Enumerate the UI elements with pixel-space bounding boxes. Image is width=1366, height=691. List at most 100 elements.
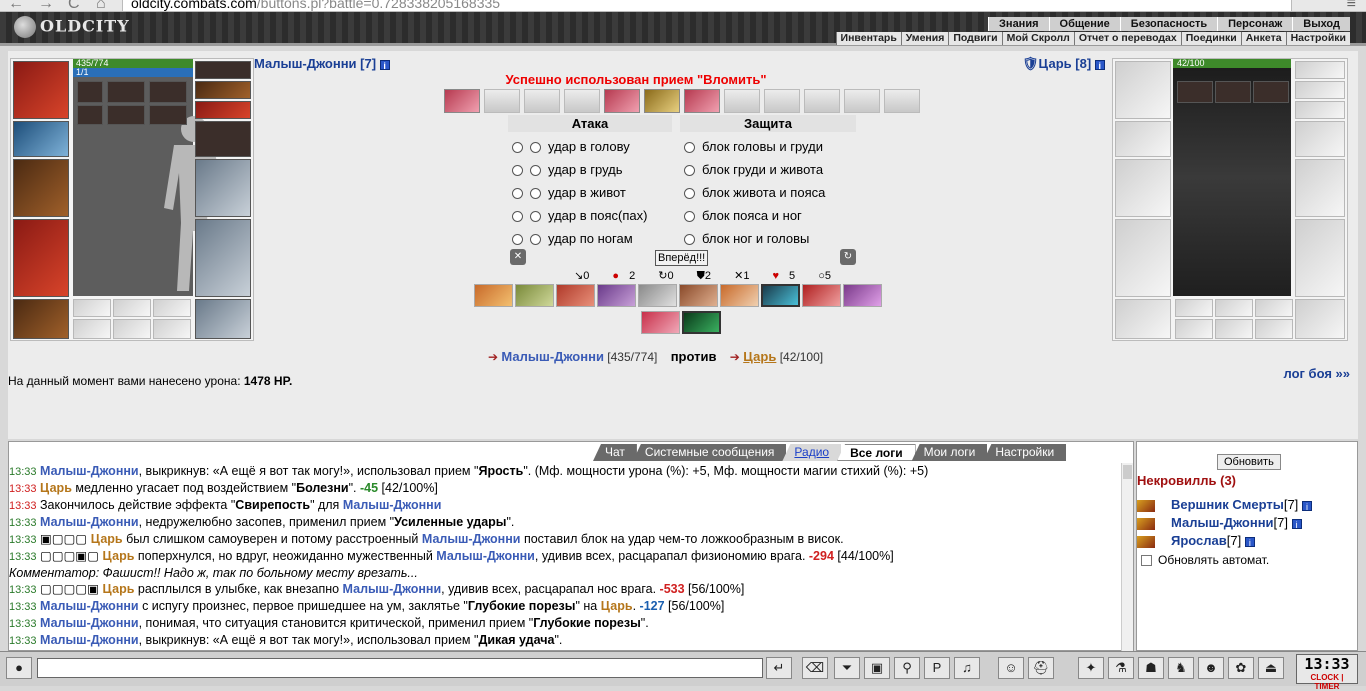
refresh-shield-icon[interactable]: ↻ (840, 249, 856, 265)
tab-radio[interactable]: Радио (782, 444, 842, 461)
buff-icon-6[interactable] (149, 105, 187, 125)
site-logo[interactable]: OLDCITY (14, 16, 130, 38)
trick-5[interactable] (638, 284, 677, 307)
subnav-skills[interactable]: Умения (900, 32, 949, 45)
attack-radio[interactable] (530, 142, 541, 154)
bracers-slot[interactable] (13, 121, 69, 157)
scroll-slot-3[interactable] (524, 89, 560, 113)
enemy-leggings-slot[interactable] (1295, 219, 1345, 297)
block-radio[interactable] (684, 142, 695, 154)
attack-radio[interactable] (512, 142, 523, 154)
scroll-slot-8[interactable] (724, 89, 760, 113)
enemy-helmet-slot[interactable] (1115, 61, 1171, 119)
enemy-amulet-slot[interactable] (1295, 81, 1345, 99)
weapon-slot[interactable] (13, 159, 69, 217)
attack-radio[interactable] (530, 188, 541, 200)
attack-radio[interactable] (512, 188, 523, 200)
enemy-pocket-slot-4[interactable] (1175, 319, 1213, 339)
trick-8[interactable] (761, 284, 800, 307)
nav-exit[interactable]: Выход (1292, 17, 1350, 31)
fight-icon[interactable] (1137, 517, 1155, 530)
knight-icon[interactable]: ♞ (1168, 657, 1194, 679)
scroll-slot-11[interactable] (844, 89, 880, 113)
trick-10[interactable] (843, 284, 882, 307)
torch-icon[interactable]: ✦ (1078, 657, 1104, 679)
rings-slot[interactable] (195, 101, 251, 119)
scroll-slot-4[interactable] (564, 89, 600, 113)
info-icon[interactable]: i (1291, 518, 1302, 530)
trick-1[interactable] (474, 284, 513, 307)
nav-security[interactable]: Безопасность (1119, 17, 1218, 31)
pocket-slot-5[interactable] (113, 319, 151, 339)
trick-7[interactable] (720, 284, 759, 307)
scroll-slot-12[interactable] (884, 89, 920, 113)
scroll-slot-10[interactable] (804, 89, 840, 113)
auto-refresh-checkbox[interactable] (1141, 555, 1152, 567)
helmet-icon[interactable]: ⛑ (1028, 657, 1054, 679)
buff-icon-4[interactable] (77, 105, 103, 125)
boots-slot[interactable] (195, 299, 251, 339)
leggings-slot[interactable] (195, 219, 251, 297)
info-icon[interactable]: i (1244, 536, 1255, 548)
nav-communication[interactable]: Общение (1048, 17, 1120, 31)
earrings-slot[interactable] (195, 61, 251, 79)
attack-radio[interactable] (512, 211, 523, 223)
enemy-rings-slot[interactable] (1295, 101, 1345, 119)
info-icon[interactable]: i (1094, 59, 1105, 71)
forward-button[interactable]: Вперёд!!! (655, 250, 709, 266)
reload-icon[interactable]: C (68, 0, 80, 11)
block-radio[interactable] (684, 211, 695, 223)
tab-my-logs[interactable]: Мои логи (911, 444, 988, 461)
forward-icon[interactable]: → (38, 0, 54, 11)
eraser-icon[interactable]: ⌫ (802, 657, 828, 679)
potion-icon[interactable]: ⚗ (1108, 657, 1134, 679)
list-item[interactable]: Вершник Смерты[7] i (1137, 497, 1312, 512)
exit-icon[interactable]: ⏏ (1258, 657, 1284, 679)
shield-slot[interactable] (195, 159, 251, 217)
trick-11[interactable] (641, 311, 680, 334)
crossed-swords-icon[interactable]: ✕ (510, 249, 526, 265)
subnav-transfers[interactable]: Отчет о переводах (1073, 32, 1181, 45)
buff-icon-2[interactable] (107, 81, 145, 103)
trick-12[interactable] (682, 311, 721, 334)
belt-slot[interactable] (13, 299, 69, 339)
list-item[interactable]: Ярослав[7] i (1137, 533, 1255, 548)
pocket-slot-3[interactable] (153, 299, 191, 317)
scroll-slot-1[interactable] (444, 89, 480, 113)
enemy-name[interactable]: 🛡Царь [8] i (1022, 56, 1105, 72)
trick-3[interactable] (556, 284, 595, 307)
subnav-inventory[interactable]: Инвентарь (835, 32, 901, 45)
enemy-pocket-slot-6[interactable] (1255, 319, 1293, 339)
helmet-slot[interactable] (13, 61, 69, 119)
block-radio[interactable] (684, 234, 695, 246)
scroll-slot-9[interactable] (764, 89, 800, 113)
people-icon[interactable]: ☻ (1198, 657, 1224, 679)
back-icon[interactable]: ← (8, 0, 24, 11)
info-icon[interactable]: i (379, 59, 390, 71)
translit-icon[interactable]: P (924, 657, 950, 679)
home-icon[interactable]: ⌂ (96, 0, 106, 11)
buff-icon-5[interactable] (107, 105, 145, 125)
nav-character[interactable]: Персонаж (1217, 17, 1293, 31)
fight-icon[interactable] (1137, 499, 1155, 512)
scroll-slot-5[interactable] (604, 89, 640, 113)
chat-input[interactable] (37, 658, 763, 678)
scroll-slot-6[interactable] (644, 89, 680, 113)
enemy-pocket-slot-2[interactable] (1215, 299, 1253, 317)
enemy-pocket-slot-3[interactable] (1255, 299, 1293, 317)
enter-icon[interactable]: ↵ (766, 657, 792, 679)
filter-icon[interactable]: ⏷ (834, 657, 860, 679)
enemy-buff-icon-3[interactable] (1253, 81, 1289, 103)
buff-icon-1[interactable] (77, 81, 103, 103)
versus-enemy[interactable]: Царь (743, 349, 776, 364)
tab-system-messages[interactable]: Системные сообщения (632, 444, 787, 461)
trick-4[interactable] (597, 284, 636, 307)
subnav-profile[interactable]: Анкета (1240, 32, 1286, 45)
armor-slot[interactable] (13, 219, 69, 297)
refresh-button[interactable]: Обновить (1217, 454, 1281, 470)
gloves-slot[interactable] (195, 121, 251, 157)
fight-icon[interactable] (1137, 535, 1155, 548)
player-name[interactable]: Малыш-Джонни [7] i (254, 56, 390, 71)
enemy-armor-slot[interactable] (1115, 219, 1171, 297)
buff-icon-3[interactable] (149, 81, 187, 103)
